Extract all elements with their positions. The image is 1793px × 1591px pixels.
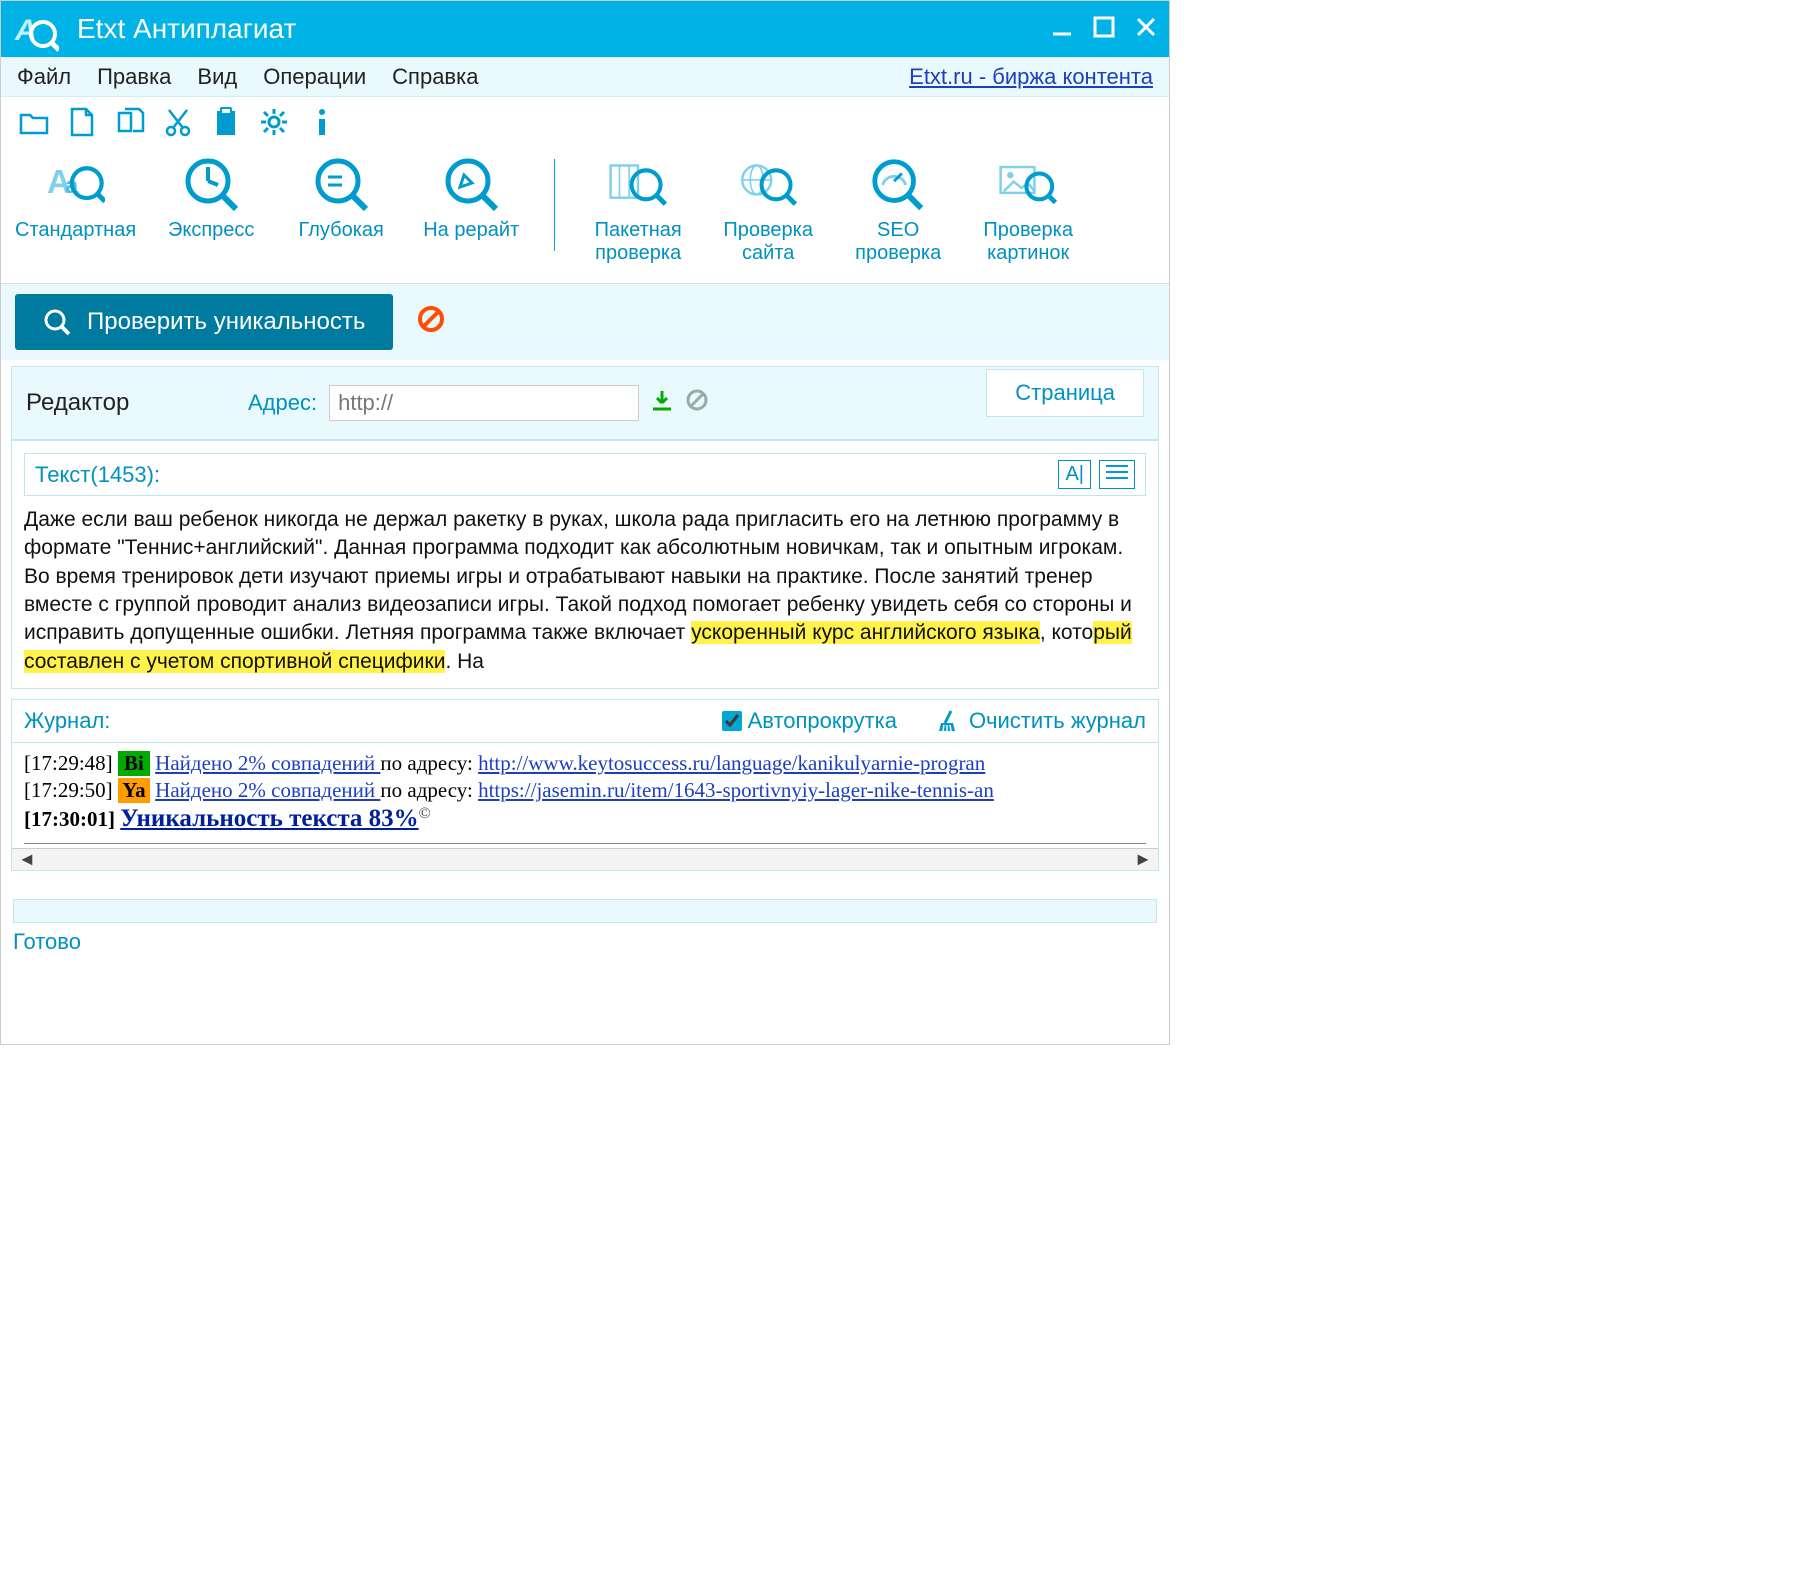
titlebar: A Etxt Антиплагиат: [1, 1, 1169, 57]
toolbar-separator: [554, 159, 555, 251]
log-h-scrollbar[interactable]: ◄ ►: [12, 848, 1158, 870]
log-url-1[interactable]: http://www.keytosuccess.ru/language/kani…: [478, 751, 985, 775]
log-badge-ya: Ya: [118, 778, 150, 803]
menu-edit[interactable]: Правка: [97, 64, 171, 90]
mode-standard-label: Стандартная: [15, 219, 136, 242]
clear-log-label: Очистить журнал: [969, 708, 1146, 734]
mode-standard[interactable]: A a Стандартная: [15, 155, 136, 242]
doc-highlight-1: ускоренный курс английского языка: [691, 621, 1040, 644]
paste-icon[interactable]: [211, 107, 241, 137]
app-title: Etxt Антиплагиат: [77, 13, 1033, 45]
address-input[interactable]: [329, 385, 639, 421]
menu-file[interactable]: Файл: [17, 64, 71, 90]
mode-rewrite-label: На рерайт: [423, 219, 519, 242]
batch-check-label2: проверка: [595, 242, 681, 264]
menubar: Файл Правка Вид Операции Справка Etxt.ru…: [1, 57, 1169, 97]
log-ts-3: [17:30:01]: [24, 807, 115, 831]
log-badge-bi: Bi: [118, 751, 150, 776]
etxt-link[interactable]: Etxt.ru - биржа контента: [909, 64, 1153, 90]
menu-operations[interactable]: Операции: [263, 64, 366, 90]
seo-check[interactable]: SEO проверка: [843, 155, 953, 265]
site-check[interactable]: Проверка сайта: [713, 155, 823, 265]
document-text[interactable]: Даже если ваш ребенок никогда не держал …: [24, 506, 1146, 676]
text-cursor-mode-icon[interactable]: A|: [1058, 460, 1091, 489]
progress-bar: [13, 899, 1157, 923]
menu-view[interactable]: Вид: [197, 64, 237, 90]
mode-deep[interactable]: Глубокая: [286, 155, 396, 242]
address-cancel-icon[interactable]: [685, 388, 709, 418]
check-uniqueness-label: Проверить уникальность: [87, 308, 365, 336]
status-label: Готово: [13, 929, 1157, 955]
tab-page[interactable]: Страница: [986, 369, 1144, 417]
log-line-1: [17:29:48] Bi Найдено 2% совпадений по а…: [24, 751, 1146, 776]
info-icon[interactable]: [307, 107, 337, 137]
autoscroll-label: Автопрокрутка: [748, 708, 897, 734]
check-uniqueness-button[interactable]: Проверить уникальность: [15, 294, 393, 350]
seo-check-label1: SEO: [877, 219, 919, 241]
site-check-label1: Проверка: [723, 219, 813, 241]
seo-check-label2: проверка: [855, 242, 941, 264]
log-header: Журнал: Автопрокрутка Очистить журнал: [12, 700, 1158, 743]
image-check[interactable]: Проверка картинок: [973, 155, 1083, 265]
image-check-label1: Проверка: [983, 219, 1073, 241]
image-check-label2: картинок: [987, 242, 1069, 264]
batch-check[interactable]: Пакетная проверка: [583, 155, 693, 265]
text-list-mode-icon[interactable]: [1099, 460, 1135, 489]
cut-icon[interactable]: [163, 107, 193, 137]
log-panel: Журнал: Автопрокрутка Очистить журнал [1…: [11, 699, 1159, 871]
mode-express-label: Экспресс: [168, 219, 254, 242]
broom-icon: [937, 709, 961, 733]
address-label: Адрес:: [248, 390, 317, 416]
close-button[interactable]: [1135, 13, 1157, 45]
settings-icon[interactable]: [259, 107, 289, 137]
text-panel: Текст(1453): A| Даже если ваш ребенок ни…: [11, 440, 1159, 689]
check-row: Проверить уникальность: [1, 284, 1169, 360]
download-icon[interactable]: [651, 389, 673, 417]
log-found-2[interactable]: Найдено 2% совпадений: [155, 778, 380, 802]
new-file-icon[interactable]: [67, 107, 97, 137]
doc-seg-2: , кото: [1040, 621, 1093, 644]
log-body: [17:29:48] Bi Найдено 2% совпадений по а…: [12, 743, 1158, 848]
log-url-2[interactable]: https://jasemin.ru/item/1643-sportivnyiy…: [478, 778, 994, 802]
log-found-1[interactable]: Найдено 2% совпадений: [155, 751, 380, 775]
maximize-button[interactable]: [1093, 13, 1115, 45]
doc-seg-3: . На: [445, 650, 484, 673]
app-logo-icon: A: [13, 6, 59, 52]
site-check-label2: сайта: [742, 242, 794, 264]
cancel-check-icon[interactable]: [417, 305, 445, 340]
mode-rewrite[interactable]: На рерайт: [416, 155, 526, 242]
log-label: Журнал:: [24, 708, 722, 734]
toolbar-small: [1, 97, 1169, 147]
uniqueness-result[interactable]: Уникальность текста 83%: [120, 805, 418, 832]
clear-log-button[interactable]: Очистить журнал: [937, 708, 1146, 734]
editor-address-row: Редактор Адрес: Страница: [11, 366, 1159, 440]
mode-deep-label: Глубокая: [299, 219, 384, 242]
autoscroll-toggle[interactable]: Автопрокрутка: [722, 708, 897, 734]
editor-label: Редактор: [26, 389, 236, 417]
copyright-sup: ©: [419, 805, 431, 822]
app-window: A Etxt Антиплагиат Файл Правка Вид: [0, 0, 1170, 1045]
log-ts-2: [17:29:50]: [24, 778, 113, 802]
copy-files-icon[interactable]: [115, 107, 145, 137]
menu-help[interactable]: Справка: [392, 64, 478, 90]
autoscroll-checkbox[interactable]: [722, 711, 742, 731]
open-folder-icon[interactable]: [19, 107, 49, 137]
batch-check-label1: Пакетная: [595, 219, 682, 241]
minimize-button[interactable]: [1051, 13, 1073, 45]
scroll-right-icon[interactable]: ►: [1134, 849, 1152, 870]
text-counter-label: Текст(1453):: [35, 462, 1050, 488]
mode-express[interactable]: Экспресс: [156, 155, 266, 242]
scroll-left-icon[interactable]: ◄: [18, 849, 36, 870]
text-panel-header: Текст(1453): A|: [24, 453, 1146, 496]
toolbar-large: A a Стандартная Экспресс: [1, 147, 1169, 284]
log-line-2: [17:29:50] Ya Найдено 2% совпадений по а…: [24, 778, 1146, 803]
log-ts-1: [17:29:48]: [24, 751, 113, 775]
log-line-result: [17:30:01] Уникальность текста 83%©: [24, 805, 1146, 833]
